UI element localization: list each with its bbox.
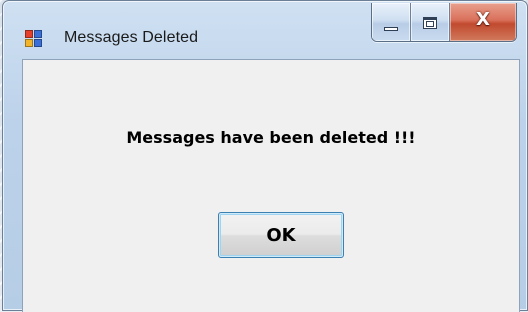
icon-square-blue [34,30,42,38]
message-text: Messages have been deleted !!! [126,128,416,147]
maximize-icon [423,17,437,29]
ok-button[interactable]: OK [218,212,344,258]
windows-form-icon[interactable] [25,30,43,48]
minimize-icon [384,27,398,31]
icon-square-yellow [25,39,33,47]
maximize-button[interactable] [411,3,450,41]
close-button[interactable]: X [450,3,516,41]
icon-square-red [25,30,33,38]
dialog-client-area: Messages have been deleted !!! OK [22,59,520,312]
dialog-window: Messages Deleted X Messages have been de… [2,0,528,312]
window-title: Messages Deleted [64,29,199,46]
icon-square-blue-2 [34,39,42,47]
caption-buttons: X [371,3,517,42]
title-bar[interactable]: Messages Deleted X [3,1,527,59]
minimize-button[interactable] [372,3,411,41]
close-icon: X [476,9,490,30]
